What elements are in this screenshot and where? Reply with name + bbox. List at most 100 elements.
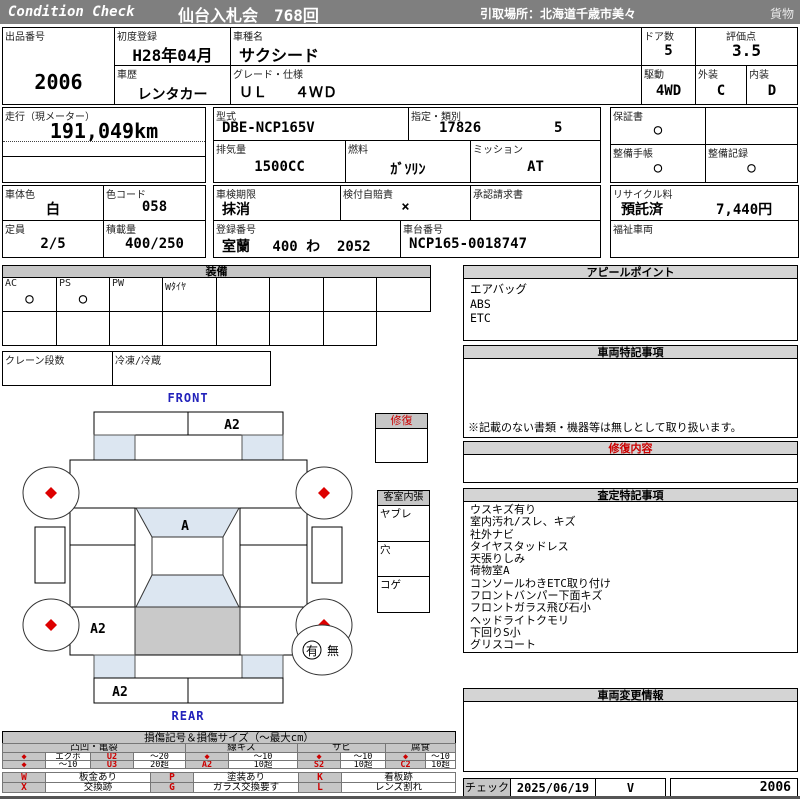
lot-number-value: 2006 — [3, 70, 114, 94]
maintenance-record-cell: 整備記録 ○ — [705, 144, 798, 183]
fuel-cell: 燃料 ｶﾞｿﾘﾝ — [345, 140, 471, 183]
exterior-grade-label: 外装 — [698, 66, 718, 81]
repair-content-header: 修復内容 — [463, 441, 798, 455]
load-capacity-value: 400/250 — [104, 236, 205, 252]
repair-mini-box: 修復 — [375, 413, 428, 463]
load-capacity-label: 積載量 — [106, 221, 136, 236]
fuel-value: ｶﾞｿﾘﾝ — [346, 159, 470, 179]
recycle-fee-cell: リサイクル料 預託済 7,440円 — [610, 185, 799, 221]
vehicle-notes-body: ※記載のない書類・機器等は無しとして取り扱います。 — [463, 358, 798, 438]
cabin-interior-title: 客室内張 — [378, 491, 429, 506]
rear-label: REAR — [172, 709, 205, 723]
score-value: 3.5 — [696, 41, 797, 60]
equipment-label-wtire: Wﾀｲﾔ — [165, 278, 186, 293]
registration-number-cell: 登録番号 室蘭 400 わ 2052 — [213, 220, 401, 258]
insurance-cell: 検付自賠責 × — [340, 185, 471, 221]
cargo-area — [135, 607, 240, 655]
windshield-code: A — [181, 519, 189, 534]
equipment-row2-cell-5 — [216, 311, 270, 346]
displacement-cell: 排気量 1500CC — [213, 140, 346, 183]
title-bar: Condition Check 仙台入札会 768回 引取場所：北海道千歳市美々… — [0, 0, 800, 24]
repair-mini-box-title: 修復 — [376, 414, 427, 429]
presence-yes-label: 有 — [306, 644, 318, 658]
check-date-cell: 2025/06/19 — [510, 778, 596, 798]
chassis-number-cell: 車台番号 NCP165-0018747 — [400, 220, 601, 258]
capacity-label: 定員 — [5, 221, 25, 236]
appeal-item: エアバッグ — [470, 281, 791, 297]
cabin-interior-box: 客室内張 ヤブレ 穴 コゲ — [377, 490, 430, 613]
appeal-points-header: アピールポイント — [463, 265, 798, 279]
registration-number-value: 室蘭 400 わ 2052 — [214, 236, 408, 256]
class-sub-value: 5 — [554, 120, 562, 136]
crane-stages-cell: クレーン段数 — [2, 351, 113, 386]
approval-request-label: 承認請求書 — [473, 186, 523, 201]
change-info-header: 車両変更情報 — [463, 688, 798, 702]
assessment-item: グリスコート — [470, 639, 791, 651]
appeal-item: ABS — [470, 297, 791, 311]
legend-code-s2: S2 — [297, 760, 341, 769]
legend-code-u3: U3 — [90, 760, 134, 769]
interior-grade-label: 内装 — [749, 66, 769, 81]
exterior-grade-cell: 外装 C — [695, 65, 747, 105]
recycle-fee-value: 7,440円 — [716, 199, 772, 219]
rear-corner-right — [242, 655, 283, 678]
equipment-label-ps: PS — [59, 278, 71, 289]
rear-window-zone — [136, 575, 239, 607]
capacity-cell: 定員 2/5 — [2, 220, 104, 258]
drive-value: 4WD — [642, 83, 695, 99]
equipment-mark-ac: ○ — [3, 291, 56, 307]
drive-label: 駆動 — [644, 66, 664, 81]
grade-cell: グレード・仕様 ＵＬ ４ＷＤ — [230, 65, 642, 105]
class-number-value: 17826 — [439, 120, 481, 136]
legend-code-a2: A2 — [185, 760, 229, 769]
front-label: FRONT — [167, 391, 208, 405]
side-panel-right — [312, 527, 342, 583]
interior-grade-value: D — [747, 83, 797, 99]
lot-number-label: 出品番号 — [5, 28, 45, 43]
brand-logo: Condition Check — [8, 4, 134, 20]
vehicle-notes-header: 車両特記事項 — [463, 345, 798, 359]
equipment-row2-cell-3 — [109, 311, 163, 346]
warranty-extra-cell — [705, 107, 798, 145]
transmission-value: AT — [471, 159, 600, 175]
lot-number-cell: 出品番号 2006 — [2, 27, 115, 105]
color-code-cell: 色コード 058 — [103, 185, 206, 221]
equipment-row2-cell-7 — [323, 311, 377, 346]
legend-code-g: G — [150, 782, 194, 793]
model-code-value: DBE-NCP165V — [214, 120, 416, 136]
vehicle-notes-disclaimer: ※記載のない書類・機器等は無しとして取り扱います。 — [468, 419, 742, 435]
maintenance-book-cell: 整備手帳 ○ — [610, 144, 706, 183]
rear-corner-left — [94, 655, 135, 678]
grade-value: ＵＬ ４ＷＤ — [231, 82, 649, 102]
car-history-cell: 車歴 レンタカー — [114, 65, 231, 105]
cabin-interior-row-tear: ヤブレ — [378, 506, 429, 542]
equipment-cell-empty-2 — [269, 277, 324, 312]
transmission-cell: ミッション AT — [470, 140, 601, 183]
assessment-notes-body: ウスキズ有り 室内汚れ/スレ、キズ 社外ナビ タイヤスタッドレス 天張りしみ 荷… — [463, 501, 798, 653]
color-code-value: 058 — [104, 199, 205, 215]
legend-r2-v1: 20超 — [133, 760, 186, 769]
legend-r2-t1: ～10 — [45, 760, 91, 769]
assessment-item: 荷物室A — [470, 565, 791, 577]
maintenance-record-label: 整備記録 — [708, 145, 748, 160]
front-bumper-code: A2 — [224, 418, 240, 433]
auction-title: 仙台入札会 768回 — [178, 2, 319, 26]
approval-request-cell: 承認請求書 — [470, 185, 601, 221]
cabin-interior-row-burn: コゲ — [378, 577, 429, 613]
body-color-cell: 車体色 白 — [2, 185, 104, 221]
appeal-item: ETC — [470, 311, 791, 325]
legend-code-l-desc: レンズ割れ — [341, 782, 456, 793]
first-registration-label: 初度登録 — [117, 28, 157, 43]
side-panel-left — [35, 527, 65, 583]
pickup-location: 引取場所：北海道千歳市美々 — [480, 5, 636, 22]
legend-r2-v4: 10超 — [425, 760, 456, 769]
maintenance-book-label: 整備手帳 — [613, 145, 653, 160]
page-bottom-rule — [0, 796, 800, 799]
assessment-item: 天張りしみ — [470, 553, 791, 565]
car-history-label: 車歴 — [117, 66, 137, 81]
displacement-label: 排気量 — [216, 141, 246, 156]
assessment-notes-header: 査定特記事項 — [463, 488, 798, 502]
check-label-cell: チェック — [463, 778, 511, 798]
left-side-code: A2 — [90, 622, 106, 637]
warranty-label: 保証書 — [613, 108, 643, 123]
